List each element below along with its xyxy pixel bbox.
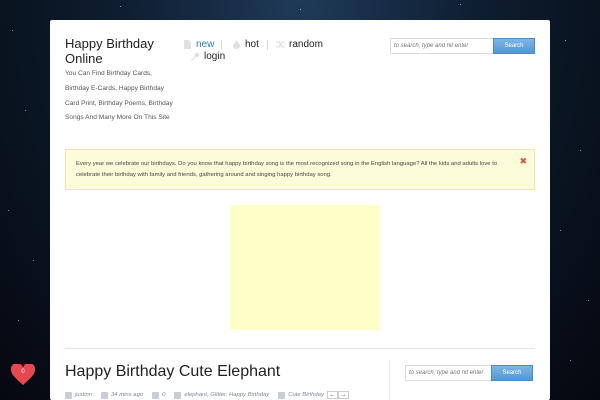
search-button[interactable]: Search (493, 38, 535, 54)
nav-label: new (196, 39, 215, 50)
site-tagline: You Can Find Birthday Cards, Birthday E-… (65, 70, 173, 122)
nav-item-hot[interactable]: hot (232, 39, 259, 50)
notice-box: Every year we celebrate our birthdays. D… (65, 149, 535, 190)
comment-count: 0 (162, 392, 166, 398)
heart-icon[interactable] (11, 364, 35, 386)
meta-tags[interactable]: elephant, Glitter, Happy Birthday (174, 391, 270, 399)
close-icon[interactable]: ✖ (519, 157, 527, 166)
category-name: Cute Birthday (288, 392, 324, 398)
post-time: 34 mins ago (111, 392, 144, 398)
user-icon (65, 391, 72, 399)
tag-icon (174, 391, 182, 399)
sidebar-divider (389, 360, 390, 400)
divider (65, 348, 535, 349)
sidebar-search-input[interactable] (405, 365, 491, 381)
key-icon (191, 52, 200, 61)
meta-time: 34 mins ago (101, 391, 144, 399)
nav-label: random (289, 39, 323, 50)
nav-label: hot (245, 39, 259, 50)
sidebar-search: Search (405, 365, 533, 381)
nav-item-login[interactable]: login (183, 51, 225, 62)
meta-comments[interactable]: 0 (152, 391, 166, 399)
nav-item-new[interactable]: new (183, 39, 214, 50)
ad-placeholder (230, 205, 380, 330)
post-title[interactable]: Happy Birthday Cute Elephant (65, 363, 280, 381)
calendar-icon (101, 391, 109, 399)
author-name: justinn (75, 392, 93, 398)
nav-divider (221, 40, 222, 50)
tag-list: elephant, Glitter, Happy Birthday (184, 392, 270, 398)
notice-text: Every year we celebrate our birthdays. D… (76, 161, 498, 178)
nav-item-random[interactable]: random (276, 39, 323, 50)
comment-icon (152, 391, 160, 399)
new-icon (183, 40, 192, 49)
meta-author[interactable]: justinn (65, 391, 93, 399)
next-post-button[interactable]: → (337, 391, 349, 399)
nav-label: login (204, 51, 226, 62)
post-meta: justinn 34 mins ago 0 elephant, Glitter,… (65, 391, 349, 399)
sidebar-search-button[interactable]: Search (491, 365, 533, 381)
folder-icon (278, 391, 286, 399)
flame-icon (232, 40, 241, 49)
site-title[interactable]: Happy Birthday Online (65, 36, 175, 66)
header-search: Search (390, 38, 535, 54)
meta-category[interactable]: Cute Birthday (278, 391, 324, 399)
nav-divider (267, 40, 268, 50)
post-pager: ← → (326, 391, 349, 399)
shuffle-icon (276, 40, 285, 49)
page-container: Happy Birthday Online You Can Find Birth… (50, 20, 550, 400)
like-count: 0 (21, 369, 25, 375)
prev-post-button[interactable]: ← (326, 391, 338, 399)
search-input[interactable] (390, 38, 493, 54)
